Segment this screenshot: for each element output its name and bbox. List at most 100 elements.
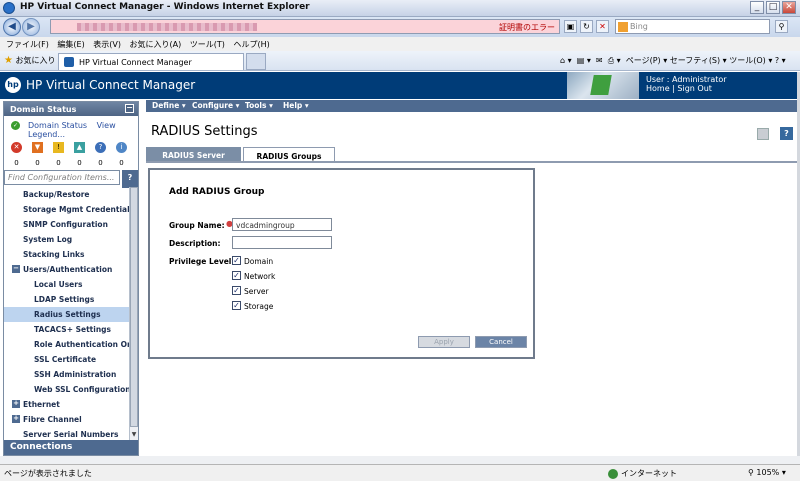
critical-icon[interactable]: ✕: [11, 142, 22, 153]
help-icon[interactable]: ?: [780, 127, 793, 140]
nav-server-serial[interactable]: Server Serial Numbers: [23, 427, 119, 440]
bing-icon: [618, 22, 628, 32]
browser-tab[interactable]: HP Virtual Connect Manager: [58, 53, 244, 70]
storage-checkbox[interactable]: ✓: [232, 301, 241, 310]
new-tab-button[interactable]: [246, 53, 266, 70]
print-icon[interactable]: [757, 128, 769, 140]
find-help-button[interactable]: ?: [122, 170, 138, 188]
search-icon[interactable]: ⚲: [775, 20, 788, 33]
page-title: RADIUS Settings: [151, 124, 258, 139]
server-checkbox[interactable]: ✓: [232, 286, 241, 295]
apply-button[interactable]: Apply: [418, 336, 470, 348]
signout-link[interactable]: Sign Out: [677, 84, 712, 93]
unknown-icon[interactable]: ?: [95, 142, 106, 153]
menu-tools-app[interactable]: Tools ▾: [245, 101, 273, 110]
forward-icon[interactable]: ▶: [22, 18, 40, 36]
menu-file[interactable]: ファイル(F): [6, 39, 49, 50]
cancel-button[interactable]: Cancel: [475, 336, 527, 348]
domain-status-header: Domain Status −: [4, 102, 138, 116]
menu-favorites[interactable]: お気に入り(A): [130, 39, 182, 50]
command-bar[interactable]: ⌂ ▾ ▤ ▾ ✉ ⎙ ▾ ページ(P) ▾ セーフティ(S) ▾ ツール(O)…: [560, 55, 786, 66]
nav-users-auth[interactable]: − Users/Authentication: [12, 262, 112, 277]
info-icon[interactable]: i: [116, 142, 127, 153]
user-info: User : Administrator Home | Sign Out: [646, 75, 727, 93]
stop-icon[interactable]: ✕: [596, 20, 609, 33]
nav-ssh-admin[interactable]: SSH Administration: [34, 367, 116, 382]
menu-help[interactable]: ヘルプ(H): [233, 39, 269, 50]
nav-tacacs[interactable]: TACACS+ Settings: [34, 322, 111, 337]
menu-tools[interactable]: ツール(T): [190, 39, 225, 50]
add-radius-group-panel: Add RADIUS Group Group Name: ● vdcadming…: [148, 168, 535, 359]
network-checkbox[interactable]: ✓: [232, 271, 241, 280]
degraded-count: 0: [77, 159, 82, 167]
tab-divider: [146, 161, 797, 163]
nav-role-auth-order[interactable]: Role Authentication Order: [34, 337, 129, 352]
nav-ethernet[interactable]: + Ethernet: [12, 397, 60, 412]
sidebar: Domain Status − ✓ Domain Status View Leg…: [3, 101, 139, 456]
minimize-button[interactable]: _: [750, 1, 764, 14]
critical-count: 0: [14, 159, 19, 167]
scroll-down-icon[interactable]: ▼: [130, 431, 138, 440]
nav-web-ssl[interactable]: Web SSL Configuration: [34, 382, 129, 397]
nav-ldap[interactable]: LDAP Settings: [34, 292, 94, 307]
warning-icon[interactable]: !: [53, 142, 64, 153]
nav-local-users[interactable]: Local Users: [34, 277, 82, 292]
refresh-icon[interactable]: ↻: [580, 20, 593, 33]
connections-section[interactable]: Connections: [4, 440, 138, 455]
nav-storage-mgmt[interactable]: Storage Mgmt Credentials: [23, 202, 129, 217]
header-graphic: [567, 72, 639, 99]
favorites-button[interactable]: ★ お気に入り: [4, 55, 56, 66]
nav-snmp[interactable]: SNMP Configuration: [23, 217, 108, 232]
collapse-icon[interactable]: −: [125, 104, 134, 113]
hp-logo: hp: [5, 77, 21, 93]
menu-define[interactable]: Define ▾: [152, 101, 186, 110]
star-icon: ★: [4, 55, 13, 66]
zoom-control[interactable]: ⚲ 105% ▾: [748, 468, 786, 477]
major-icon[interactable]: ▼: [32, 142, 43, 153]
page-bottom-gap: [0, 456, 800, 464]
menu-configure[interactable]: Configure ▾: [192, 101, 239, 110]
domain-label: Domain: [244, 257, 274, 266]
expand-icon[interactable]: +: [12, 400, 20, 408]
menu-edit[interactable]: 編集(E): [57, 39, 84, 50]
sidebar-scrollbar[interactable]: ▼: [129, 187, 138, 440]
search-input[interactable]: Bing: [615, 19, 770, 34]
scroll-thumb[interactable]: [130, 187, 138, 427]
expand-icon[interactable]: +: [12, 415, 20, 423]
globe-icon: [608, 468, 618, 479]
status-text: ページが表示されました: [4, 469, 92, 478]
description-label: Description:: [169, 239, 221, 248]
window-titlebar: HP Virtual Connect Manager - Windows Int…: [0, 0, 800, 17]
group-name-input[interactable]: vdcadmingroup: [232, 218, 332, 231]
description-input[interactable]: [232, 236, 332, 249]
nav-system-log[interactable]: System Log: [23, 232, 72, 247]
nav-stacking-links[interactable]: Stacking Links: [23, 247, 85, 262]
close-button[interactable]: ✕: [782, 1, 796, 14]
maximize-button[interactable]: □: [766, 1, 780, 14]
find-config-input[interactable]: Find Configuration Items...: [4, 170, 120, 185]
tab-radius-groups[interactable]: RADIUS Groups: [243, 147, 335, 162]
nav-fibre-channel[interactable]: + Fibre Channel: [12, 412, 82, 427]
domain-status-link[interactable]: Domain Status: [28, 121, 87, 130]
nav-backup-restore[interactable]: Backup/Restore: [23, 187, 90, 202]
nav-radius-selected[interactable]: Radius Settings: [4, 307, 129, 322]
panel-title: Add RADIUS Group: [169, 187, 265, 197]
back-icon[interactable]: ◀: [3, 18, 21, 36]
menu-view[interactable]: 表示(V): [93, 39, 121, 50]
compat-icon[interactable]: ▣: [564, 20, 577, 33]
degraded-icon[interactable]: ▲: [74, 142, 85, 153]
home-link[interactable]: Home: [646, 84, 670, 93]
tab-radius-server[interactable]: RADIUS Server: [146, 147, 241, 162]
main-content: RADIUS Settings ? RADIUS Server RADIUS G…: [146, 112, 797, 456]
window-title: HP Virtual Connect Manager - Windows Int…: [20, 2, 310, 12]
status-bar: ページが表示されました インターネット ⚲ 105% ▾: [0, 464, 800, 481]
collapse-icon[interactable]: −: [12, 265, 20, 273]
menu-bar: ファイル(F) 編集(E) 表示(V) お気に入り(A) ツール(T) ヘルプ(…: [0, 37, 800, 51]
menu-help-app[interactable]: Help ▾: [283, 101, 309, 110]
certificate-error[interactable]: 証明書のエラー: [499, 22, 555, 33]
info-count: 0: [119, 159, 124, 167]
domain-checkbox[interactable]: ✓: [232, 256, 241, 265]
url-input[interactable]: 証明書のエラー: [50, 19, 560, 34]
nav-ssl-cert[interactable]: SSL Certificate: [34, 352, 96, 367]
server-label: Server: [244, 287, 269, 296]
